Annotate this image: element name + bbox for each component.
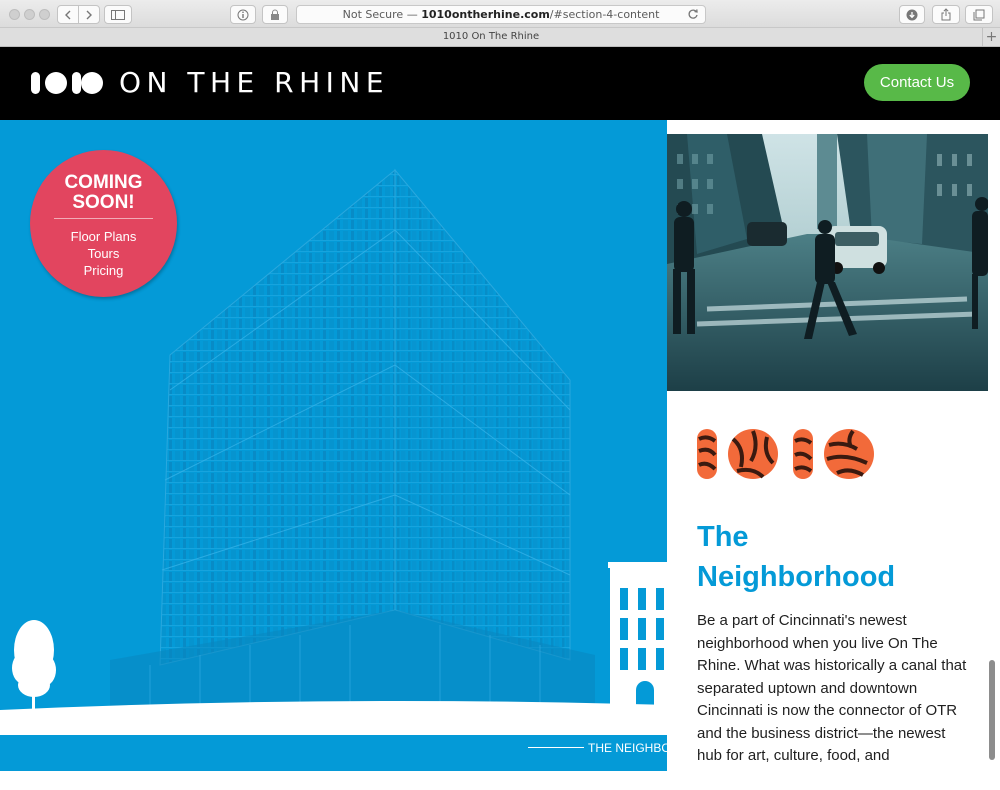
page-bottom-strip <box>0 771 1000 790</box>
section-label[interactable]: THE NEIGHBORHOOD <box>588 741 667 755</box>
logo-1010-mark <box>31 72 103 94</box>
reload-icon[interactable] <box>687 8 699 20</box>
site-logo[interactable] <box>31 72 103 94</box>
privacy-button[interactable] <box>262 5 288 24</box>
tiger-digit-0b <box>824 429 874 479</box>
back-button[interactable] <box>57 5 79 24</box>
tiger-digit-1b <box>793 429 813 479</box>
url-separator: — <box>406 8 418 21</box>
forward-button[interactable] <box>78 5 100 24</box>
badge-links: Floor Plans Tours Pricing <box>30 228 177 279</box>
street-photo <box>667 134 988 391</box>
coming-soon-badge[interactable]: COMING SOON! Floor Plans Tours Pricing <box>30 150 177 297</box>
section-label-band <box>0 735 667 771</box>
badge-title-line1: COMING <box>64 172 143 193</box>
badge-link-floor-plans[interactable]: Floor Plans <box>30 228 177 245</box>
chevron-right-icon <box>86 10 92 19</box>
badge-title-line2: SOON! <box>72 192 135 213</box>
logo-wordmark[interactable]: ON THE RHINE <box>119 66 389 99</box>
browser-toolbar: Not Secure — 1010ontherhine.com/#section… <box>0 0 1000 28</box>
downloads-button[interactable] <box>899 5 925 24</box>
info-icon <box>237 9 249 20</box>
share-icon <box>941 8 951 21</box>
contact-us-button[interactable]: Contact Us <box>864 64 970 101</box>
tab-active[interactable]: 1010 On The Rhine <box>0 31 982 42</box>
sidebar-button[interactable] <box>104 5 132 24</box>
tabs-overview-button[interactable] <box>965 5 993 24</box>
sidebar-icon <box>111 9 125 20</box>
neighborhood-title-line2: Neighborhood <box>697 561 896 593</box>
security-label: Not Secure <box>342 8 404 21</box>
section-label-rule <box>528 747 584 748</box>
neighborhood-body: Be a part of Cincinnati's newest neighbo… <box>697 612 967 764</box>
address-bar[interactable]: Not Secure — 1010ontherhine.com/#section… <box>296 5 706 24</box>
url-domain: 1010ontherhine.com <box>421 8 550 21</box>
badge-divider <box>54 218 153 219</box>
tab-bar: 1010 On The Rhine + <box>0 28 1000 47</box>
neighborhood-title-line1: The <box>697 521 749 553</box>
lock-icon <box>271 9 279 20</box>
url-path: /#section-4-content <box>549 8 660 21</box>
badge-link-pricing[interactable]: Pricing <box>30 262 177 279</box>
tiger-digit-0a <box>728 429 778 479</box>
tiger-logo-graphic <box>697 429 874 479</box>
tiger-digit-1a <box>697 429 717 479</box>
badge-link-tours[interactable]: Tours <box>30 245 177 262</box>
page-scrollbar[interactable] <box>989 660 995 760</box>
zoom-window-button[interactable] <box>39 9 50 20</box>
street-scene-image <box>667 134 988 391</box>
share-button[interactable] <box>932 5 960 24</box>
tiger-stripe-1010-logo <box>697 427 877 486</box>
minimize-window-button[interactable] <box>24 9 35 20</box>
neighborhood-title: The Neighborhood <box>697 517 987 597</box>
close-window-button[interactable] <box>9 9 20 20</box>
download-icon <box>906 9 918 20</box>
new-tab-button[interactable]: + <box>982 28 1000 46</box>
chevron-left-icon <box>65 10 71 19</box>
badge-title: COMING SOON! <box>30 173 177 213</box>
page-info-button[interactable] <box>230 5 256 24</box>
tabs-icon <box>973 9 985 20</box>
